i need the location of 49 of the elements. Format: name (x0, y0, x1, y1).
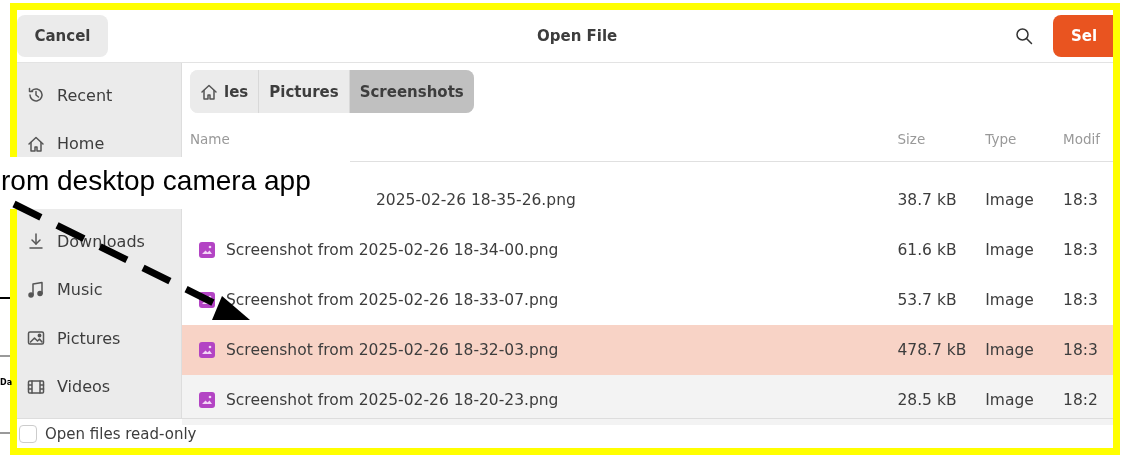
dialog-title: Open File (537, 27, 618, 45)
file-modified: 18:3 (1063, 241, 1098, 259)
clock-icon (27, 86, 45, 105)
file-size: 38.7 kB (897, 191, 957, 209)
image-file-icon (198, 391, 216, 409)
file-name: Screenshot from 2025-02-26 18-33-07.png (226, 291, 559, 309)
file-size: 61.6 kB (897, 241, 957, 259)
file-modified: 18:3 (1063, 291, 1098, 309)
file-type: Image (985, 241, 1034, 259)
picture-icon (27, 329, 45, 348)
file-modified: 18:3 (1063, 341, 1098, 359)
sidebar-item[interactable]: Home (57, 134, 105, 154)
file-size: 53.7 kB (897, 291, 957, 309)
breadcrumb-button[interactable]: les (190, 70, 260, 113)
annotation-tooltip: rom desktop camera app (0, 157, 350, 209)
cancel-button[interactable]: Cancel (17, 15, 108, 57)
file-size: 478.7 kB (897, 341, 967, 359)
file-type: Image (985, 291, 1034, 309)
file-name: Screenshot from 2025-02-26 18-32-03.png (226, 341, 559, 359)
sidebar-item[interactable]: Videos (57, 377, 111, 397)
select-button[interactable]: Sel (1053, 15, 1113, 57)
sidebar-item[interactable]: Music (57, 280, 103, 300)
sidebar-item[interactable]: Pictures (57, 328, 121, 348)
sidebar-item[interactable]: Downloads (57, 231, 145, 251)
file-row[interactable]: Screenshot from 2025-02-26 18-34-00.png 61.6 kB Image 18:3 (182, 225, 1113, 275)
file-type: Image (985, 341, 1034, 359)
breadcrumb-button[interactable]: Screenshots (349, 70, 474, 113)
file-size: 28.5 kB (897, 391, 957, 409)
file-modified: 18:3 (1063, 191, 1098, 209)
image-file-icon (198, 341, 216, 359)
file-row[interactable]: Screenshot from 2025-02-26 18-20-23.png 28.5 kB Image 18:2 (182, 375, 1113, 425)
file-name: 2025-02-26 18-35-26.png (376, 191, 576, 209)
file-type: Image (985, 391, 1034, 409)
image-file-icon (198, 241, 216, 259)
file-name: Screenshot from 2025-02-26 18-20-23.png (226, 391, 559, 409)
file-name: Screenshot from 2025-02-26 18-34-00.png (226, 241, 559, 259)
file-row[interactable]: Screenshot from 2025-02-26 18-32-03.png 478.7 kB Image 18:3 (182, 325, 1113, 375)
read-only-checkbox[interactable] (19, 424, 37, 443)
sidebar-item[interactable]: Recent (57, 85, 113, 105)
read-only-label: Open files read-only (45, 424, 197, 443)
file-modified: 18:2 (1063, 391, 1098, 409)
film-icon (27, 377, 45, 396)
file-row[interactable]: Screenshot from 2025-02-26 18-33-07.png 53.7 kB Image 18:3 (182, 275, 1113, 325)
search-icon[interactable] (1015, 27, 1033, 45)
home-icon (200, 82, 218, 101)
file-type: Image (985, 191, 1034, 209)
music-note-icon (27, 280, 45, 299)
home-icon (27, 134, 45, 153)
download-icon (27, 232, 45, 251)
